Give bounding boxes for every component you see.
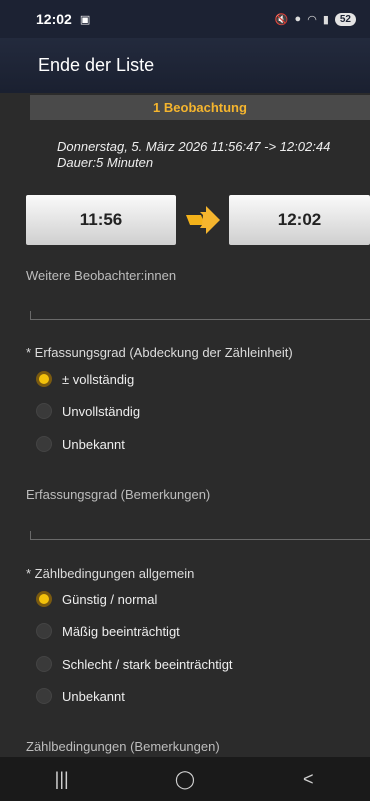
radio-button[interactable] <box>36 436 52 452</box>
mute-icon: 🔇 <box>274 13 289 26</box>
coverage-remarks-label: Erfassungsgrad (Bemerkungen) <box>26 487 211 502</box>
radio-button[interactable] <box>36 688 52 704</box>
location-icon: ● <box>294 13 302 25</box>
status-right: 🔇 ● ◠ ▮ 52 <box>274 12 356 26</box>
app-bar: Ende der Liste <box>0 38 370 93</box>
conditions-option-moderate[interactable]: Mäßig beeinträchtigt <box>36 623 180 639</box>
radio-button[interactable] <box>36 403 52 419</box>
status-bar: 12:02 ▣ 🔇 ● ◠ ▮ 52 <box>0 0 370 38</box>
page-title: Ende der Liste <box>38 55 155 75</box>
coverage-option-incomplete[interactable]: Unvollständig <box>36 403 140 419</box>
status-left: 12:02 ▣ <box>36 11 90 27</box>
start-time-button[interactable]: 11:56 <box>26 195 176 245</box>
radio-button[interactable] <box>36 656 52 672</box>
back-icon[interactable]: < <box>278 769 338 790</box>
screenshot-icon: ▣ <box>79 13 91 26</box>
conditions-remarks-label: Zählbedingungen (Bemerkungen) <box>26 739 220 754</box>
time-info: Donnerstag, 5. März 2026 11:56:47 -> 12:… <box>57 139 367 171</box>
signal-icon: ▮ <box>322 13 329 26</box>
status-time: 12:02 <box>36 11 72 27</box>
radio-label: Unbekannt <box>62 436 125 452</box>
radio-label: Schlecht / stark beeinträchtigt <box>62 656 233 672</box>
radio-label: Mäßig beeinträchtigt <box>62 623 180 639</box>
radio-button[interactable] <box>36 591 52 607</box>
observation-count-banner[interactable]: 1 Beobachtung <box>30 95 370 120</box>
coverage-remarks-input[interactable] <box>30 531 370 540</box>
battery-badge: 52 <box>334 12 356 26</box>
coverage-option-unknown[interactable]: Unbekannt <box>36 436 125 452</box>
end-time-button[interactable]: 12:02 <box>229 195 370 245</box>
system-nav-bar: ||| ◯ < <box>0 757 370 801</box>
recent-apps-icon[interactable]: ||| <box>32 769 92 790</box>
radio-label: ± vollständig <box>62 371 135 387</box>
conditions-option-normal[interactable]: Günstig / normal <box>36 591 157 607</box>
observers-label: Weitere Beobachter:innen <box>26 268 177 283</box>
radio-label: Unbekannt <box>62 688 125 704</box>
radio-button[interactable] <box>36 371 52 387</box>
coverage-option-complete[interactable]: ± vollständig <box>36 371 134 387</box>
conditions-label: * Zählbedingungen allgemein <box>26 566 195 581</box>
conditions-option-unknown[interactable]: Unbekannt <box>36 688 125 704</box>
radio-label: Unvollständig <box>62 403 141 419</box>
radio-button[interactable] <box>36 623 52 639</box>
time-range-text: Donnerstag, 5. März 2026 11:56:47 -> 12:… <box>57 139 331 154</box>
coverage-label: * Erfassungsgrad (Abdeckung der Zähleinh… <box>26 345 293 360</box>
conditions-option-bad[interactable]: Schlecht / stark beeinträchtigt <box>36 656 233 672</box>
arrow-right-icon <box>186 206 220 234</box>
wifi-icon: ◠ <box>307 13 317 26</box>
observers-input[interactable] <box>30 311 370 320</box>
home-icon[interactable]: ◯ <box>155 769 215 790</box>
radio-label: Günstig / normal <box>62 591 158 607</box>
duration-text: Dauer:5 Minuten <box>57 155 154 170</box>
